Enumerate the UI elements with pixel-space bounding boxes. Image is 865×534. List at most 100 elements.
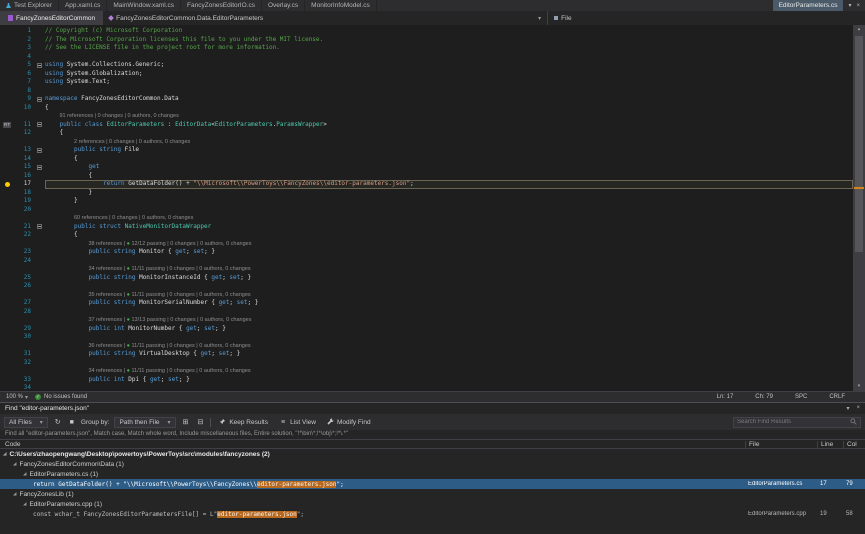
code-text[interactable]: } bbox=[45, 197, 853, 206]
find-result-group-row[interactable]: ◢FancyZonesLib (1) bbox=[0, 489, 865, 499]
collapse-all-icon[interactable]: ⊟ bbox=[195, 418, 205, 426]
code-line[interactable]: 19} bbox=[0, 197, 853, 206]
line-number[interactable] bbox=[14, 367, 34, 376]
glyph-margin[interactable] bbox=[0, 197, 14, 206]
code-text[interactable]: // See the LICENSE file in the project r… bbox=[45, 44, 853, 53]
code-line[interactable]: 9namespace FancyZonesEditorCommon.Data bbox=[0, 95, 853, 104]
window-tab[interactable]: Overlay.cs bbox=[262, 0, 305, 11]
code-line[interactable]: 7using System.Text; bbox=[0, 78, 853, 87]
window-tab[interactable]: MonitorInfoModel.cs bbox=[305, 0, 377, 11]
glyph-margin[interactable] bbox=[0, 384, 14, 391]
line-number[interactable]: 17 bbox=[14, 180, 34, 189]
line-number[interactable]: 29 bbox=[14, 325, 34, 334]
find-result-group-row[interactable]: ◢C:\Users\zhaopengwang\Desktop\powertoys… bbox=[0, 449, 865, 459]
expand-all-icon[interactable]: ⊞ bbox=[181, 418, 191, 426]
fold-margin[interactable] bbox=[34, 138, 45, 147]
close-icon[interactable]: × bbox=[856, 3, 860, 9]
glyph-margin[interactable] bbox=[0, 146, 14, 155]
code-text[interactable]: namespace FancyZonesEditorCommon.Data bbox=[45, 95, 853, 104]
find-result-group-row[interactable]: ◢EditorParameters.cpp (1) bbox=[0, 499, 865, 509]
glyph-margin[interactable] bbox=[0, 70, 14, 79]
glyph-margin[interactable] bbox=[0, 129, 14, 138]
code-line[interactable]: 22{ bbox=[0, 231, 853, 240]
line-number[interactable] bbox=[14, 316, 34, 325]
line-number[interactable] bbox=[14, 342, 34, 351]
glyph-margin[interactable] bbox=[0, 206, 14, 215]
line-number[interactable]: 24 bbox=[14, 257, 34, 266]
code-line[interactable]: 24 bbox=[0, 257, 853, 266]
window-tab[interactable]: FancyZonesEditorIO.cs bbox=[181, 0, 262, 11]
glyph-margin[interactable] bbox=[0, 274, 14, 283]
glyph-margin[interactable] bbox=[0, 257, 14, 266]
glyph-margin[interactable] bbox=[0, 231, 14, 240]
code-line[interactable]: 8 bbox=[0, 87, 853, 96]
line-number[interactable]: 10 bbox=[14, 104, 34, 113]
fold-margin[interactable] bbox=[34, 350, 45, 359]
line-number[interactable]: 27 bbox=[14, 299, 34, 308]
tree-expanded-icon[interactable]: ◢ bbox=[13, 461, 16, 467]
fold-margin[interactable] bbox=[34, 223, 45, 232]
code-line[interactable]: 33public int Dpi { get; set; } bbox=[0, 376, 853, 385]
scrollbar-thumb[interactable] bbox=[855, 36, 863, 252]
tree-expanded-icon[interactable]: ◢ bbox=[3, 451, 6, 457]
glyph-margin[interactable] bbox=[0, 223, 14, 232]
tree-expanded-icon[interactable]: ◢ bbox=[23, 501, 26, 507]
code-text[interactable]: public int MonitorNumber { get; set; } bbox=[45, 325, 853, 334]
code-editor[interactable]: 1 // Copyright (c) Microsoft Corporation 2… bbox=[0, 25, 865, 391]
collapse-icon[interactable] bbox=[37, 122, 42, 127]
window-tab[interactable]: Test Explorer bbox=[0, 0, 59, 11]
fold-margin[interactable] bbox=[34, 78, 45, 87]
modify-find-button[interactable]: Modify Find bbox=[324, 417, 374, 428]
code-line[interactable]: 32 bbox=[0, 359, 853, 368]
column-indicator[interactable]: Ch: 79 bbox=[755, 394, 773, 400]
document-tab[interactable]: FancyZonesEditorCommon bbox=[0, 11, 103, 25]
line-number[interactable]: 32 bbox=[14, 359, 34, 368]
code-text[interactable]: // Copyright (c) Microsoft Corporation bbox=[45, 27, 853, 36]
close-icon[interactable]: × bbox=[856, 405, 860, 412]
codelens-row[interactable]: 34 references | ● 11/11 passing | 0 chan… bbox=[0, 367, 853, 376]
fold-margin[interactable] bbox=[34, 44, 45, 53]
code-line[interactable]: RT11public class EditorParameters : Edit… bbox=[0, 121, 853, 130]
fold-margin[interactable] bbox=[34, 172, 45, 181]
codelens-row[interactable]: 91 references | 0 changes | 0 authors, 0… bbox=[0, 112, 853, 121]
codelens-text[interactable]: 36 references | ● 11/11 passing | 0 chan… bbox=[45, 342, 853, 351]
code-line[interactable]: 10{ bbox=[0, 104, 853, 113]
fold-margin[interactable] bbox=[34, 342, 45, 351]
glyph-margin[interactable] bbox=[0, 180, 14, 189]
glyph-margin[interactable] bbox=[0, 95, 14, 104]
code-line[interactable]: 17return GetDataFolder() + "\\Microsoft\… bbox=[0, 180, 853, 189]
code-line[interactable]: 21public struct NativeMonitorDataWrapper bbox=[0, 223, 853, 232]
glyph-margin[interactable] bbox=[0, 189, 14, 198]
code-text[interactable] bbox=[45, 308, 853, 317]
repeat-search-icon[interactable]: ↻ bbox=[53, 418, 63, 426]
fold-margin[interactable] bbox=[34, 70, 45, 79]
line-number[interactable]: 33 bbox=[14, 376, 34, 385]
code-line[interactable]: 1 // Copyright (c) Microsoft Corporation bbox=[0, 27, 853, 36]
collapse-icon[interactable] bbox=[37, 63, 42, 68]
code-text[interactable]: public string MonitorSerialNumber { get;… bbox=[45, 299, 853, 308]
code-line[interactable]: 28 bbox=[0, 308, 853, 317]
glyph-margin[interactable] bbox=[0, 53, 14, 62]
line-number[interactable] bbox=[14, 291, 34, 300]
line-number[interactable]: 1 bbox=[14, 27, 34, 36]
line-number[interactable] bbox=[14, 138, 34, 147]
code-line[interactable]: 15get bbox=[0, 163, 853, 172]
line-number[interactable]: 3 bbox=[14, 44, 34, 53]
collapse-icon[interactable] bbox=[37, 224, 42, 229]
codelens-text[interactable]: 91 references | 0 changes | 0 authors, 0… bbox=[45, 112, 853, 121]
line-number[interactable]: 12 bbox=[14, 129, 34, 138]
codelens-text[interactable]: 37 references | ● 13/13 passing | 0 chan… bbox=[45, 316, 853, 325]
codelens-row[interactable]: 35 references | ● 11/11 passing | 0 chan… bbox=[0, 291, 853, 300]
code-line[interactable]: 13public string File bbox=[0, 146, 853, 155]
type-dropdown[interactable]: FancyZonesEditorCommon.Data.EditorParame… bbox=[103, 11, 548, 25]
line-number[interactable]: 19 bbox=[14, 197, 34, 206]
code-text[interactable]: get bbox=[45, 163, 853, 172]
glyph-margin[interactable] bbox=[0, 78, 14, 87]
codelens-row[interactable]: 2 references | 0 changes | 0 authors, 0 … bbox=[0, 138, 853, 147]
line-number[interactable]: 8 bbox=[14, 87, 34, 96]
editor-scrollbar[interactable]: ▲ ▼ bbox=[853, 25, 865, 391]
scroll-up-icon[interactable]: ▲ bbox=[853, 25, 865, 34]
fold-margin[interactable] bbox=[34, 359, 45, 368]
codelens-row[interactable]: 38 references | ● 12/12 passing | 0 chan… bbox=[0, 240, 853, 249]
code-line[interactable]: 29 public int MonitorNumber { get; set; } bbox=[0, 325, 853, 334]
